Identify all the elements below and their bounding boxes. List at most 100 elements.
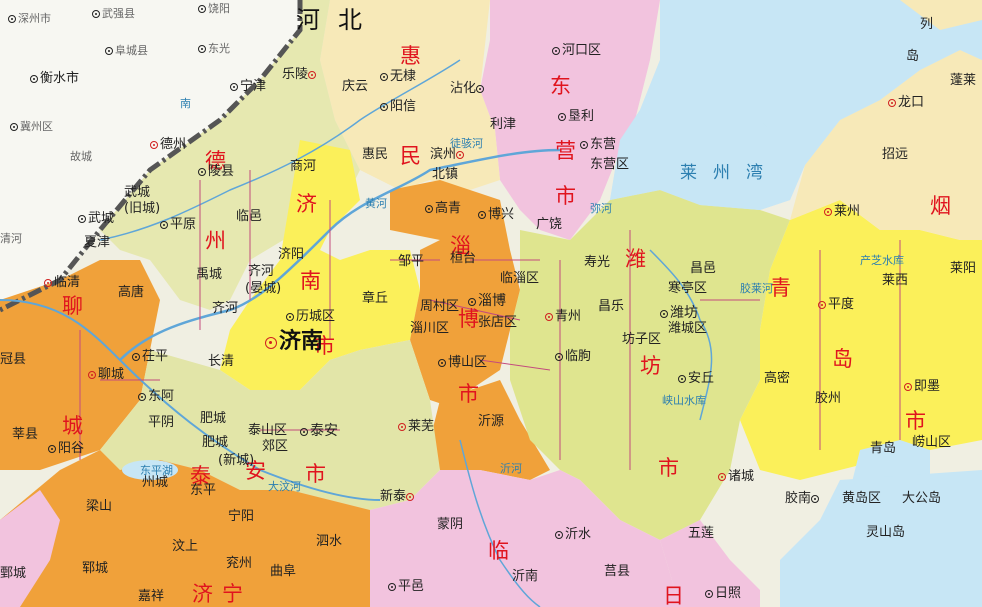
place-qingyun: 庆云 bbox=[342, 79, 369, 94]
sea-name: 莱州湾 bbox=[680, 163, 779, 183]
place-leling: 乐陵 bbox=[282, 68, 318, 82]
place-gaotang: 高唐 bbox=[118, 285, 145, 300]
place-jinan: 济南 bbox=[265, 331, 323, 353]
place-laoshan: 崂山区 bbox=[912, 435, 952, 450]
place-qihe: 齐河 bbox=[248, 264, 275, 279]
water-xiashan: 峡山水库 bbox=[662, 394, 706, 407]
place-licheng: 历城区 bbox=[286, 310, 335, 324]
place-shenzhou: 深州市 bbox=[8, 10, 51, 26]
place-jiaoqu: 郊区 bbox=[262, 439, 289, 454]
prefecture-liaocheng-2: 城 bbox=[62, 414, 83, 438]
place-zhanhua: 沾化 bbox=[450, 82, 486, 96]
place-weifang: 潍坊 bbox=[660, 306, 698, 320]
prefecture-yantai-1: 烟 bbox=[930, 194, 951, 218]
place-xiajin: 夏津 bbox=[84, 235, 111, 250]
place-linqing: 临清 bbox=[44, 276, 80, 290]
place-chiping: 茌平 bbox=[132, 350, 168, 364]
prefecture-jining-2: 宁 bbox=[222, 582, 243, 606]
place-pingyuan: 平原 bbox=[160, 218, 196, 232]
place-kenli: 垦利 bbox=[558, 110, 594, 124]
place-zhoucun: 周村区 bbox=[420, 299, 460, 314]
place-zhoucheng: 州城 bbox=[142, 475, 169, 490]
prefecture-huimin-2: 民 bbox=[400, 144, 421, 168]
place-hengshui: 衡水市 bbox=[30, 72, 79, 86]
place-lijin: 利津 bbox=[490, 117, 517, 132]
prefecture-weifang-3: 市 bbox=[658, 456, 679, 480]
place-zhaoyuan: 招远 bbox=[882, 147, 909, 162]
place-dongying: 东营 bbox=[580, 138, 616, 152]
place-qinghe: 清河 bbox=[0, 232, 22, 245]
place-shouguang: 寿光 bbox=[584, 255, 611, 270]
prefecture-liaocheng-1: 聊 bbox=[62, 294, 83, 318]
place-junan: 莒县 bbox=[604, 564, 631, 579]
place-zhangqiu: 章丘 bbox=[362, 291, 389, 306]
place-juancheng: 鄄城 bbox=[0, 566, 27, 581]
place-gucheng: 故城 bbox=[70, 150, 92, 163]
prefecture-jinan-1: 济 bbox=[296, 192, 317, 216]
place-linzi: 临淄区 bbox=[500, 271, 540, 286]
place-lingxian: 陵县 bbox=[198, 165, 234, 179]
water-dawenhe: 大汶河 bbox=[268, 480, 301, 493]
place-gaomi: 高密 bbox=[764, 371, 791, 386]
place-zhucheng: 诸城 bbox=[718, 470, 754, 484]
place-sishui: 泗水 bbox=[316, 534, 343, 549]
place-zouping: 邹平 bbox=[398, 254, 425, 269]
prefecture-linyi-1: 临 bbox=[488, 539, 509, 563]
water-yellow: 黄河 bbox=[365, 197, 387, 210]
prefecture-taian-3: 市 bbox=[305, 462, 326, 486]
place-weicheng: 潍城区 bbox=[668, 321, 708, 336]
prefecture-qingdao-2: 岛 bbox=[832, 347, 853, 371]
place-yinan: 沂南 bbox=[512, 569, 539, 584]
place-ningyang: 宁阳 bbox=[228, 509, 255, 524]
water-jiaolaihe: 胶莱河 bbox=[740, 282, 773, 295]
place-yancheng: (晏城) bbox=[245, 281, 282, 296]
place-shenxian: 莘县 bbox=[12, 427, 39, 442]
place-huantai: 桓台 bbox=[450, 251, 477, 266]
prefecture-dongying-3: 市 bbox=[555, 184, 576, 208]
place-liaocheng: 聊城 bbox=[88, 368, 124, 382]
prefecture-weifang-2: 坊 bbox=[640, 354, 661, 378]
place-hanting: 寒亭区 bbox=[668, 281, 708, 296]
place-yuncheng: 郓城 bbox=[82, 561, 109, 576]
place-jizhou: 冀州区 bbox=[10, 118, 53, 134]
place-yangxin: 阳信 bbox=[380, 100, 416, 114]
place-ningjin: 宁津 bbox=[230, 80, 266, 94]
place-jiaonan: 胶南 bbox=[785, 492, 821, 506]
place-changqing: 长清 bbox=[208, 354, 235, 369]
place-changyi: 昌邑 bbox=[690, 261, 717, 276]
place-lie: 列 bbox=[920, 17, 934, 32]
place-wucheng-old: (旧城) bbox=[124, 201, 161, 216]
place-binzhou: 滨州 bbox=[430, 148, 466, 162]
water-mihe: 弥河 bbox=[590, 202, 612, 215]
place-wuqiang: 武强县 bbox=[92, 5, 135, 21]
place-laixi: 莱西 bbox=[882, 273, 909, 288]
place-fucheng: 阜城县 bbox=[105, 42, 148, 58]
place-wucheng2: 武城 bbox=[78, 212, 114, 226]
place-taian: 泰安 bbox=[300, 424, 338, 438]
prefecture-rizhao-1: 日 bbox=[663, 584, 684, 607]
prefecture-qingdao-3: 市 bbox=[905, 409, 926, 433]
place-linyi-dz: 临邑 bbox=[236, 209, 263, 224]
place-zibo: 淄博 bbox=[468, 294, 506, 308]
place-zichuan: 淄川区 bbox=[410, 321, 450, 336]
place-dezhou: 德州 bbox=[150, 138, 186, 152]
place-jiaxiang: 嘉祥 bbox=[138, 589, 165, 604]
place-dongyingqu: 东营区 bbox=[590, 157, 630, 172]
prefecture-zibo-3: 市 bbox=[458, 382, 479, 406]
place-penglai: 蓬莱 bbox=[950, 73, 977, 88]
map-canvas[interactable]: 深州市 武强县 饶阳 阜城县 东光 衡水市 冀州区 故城 清河 河北 莱州湾 惠… bbox=[0, 0, 982, 607]
place-longkou: 龙口 bbox=[888, 96, 924, 110]
place-wudi: 无棣 bbox=[380, 70, 416, 84]
place-beizhen: 北镇 bbox=[432, 167, 459, 182]
place-laizhou: 莱州 bbox=[824, 205, 860, 219]
place-pingyin: 平阴 bbox=[148, 415, 175, 430]
place-yanggu: 阳谷 bbox=[48, 442, 84, 456]
place-yanzhou: 兖州 bbox=[226, 556, 253, 571]
place-dongguang: 东光 bbox=[198, 40, 230, 56]
place-qingdao: 青岛 bbox=[870, 441, 897, 456]
place-boshan: 博山区 bbox=[438, 356, 487, 370]
place-zhangdian: 张店区 bbox=[478, 315, 518, 330]
water-yihe: 沂河 bbox=[500, 462, 522, 475]
province-label: 河北 bbox=[296, 6, 380, 34]
place-wucheng: 武城 bbox=[124, 185, 151, 200]
